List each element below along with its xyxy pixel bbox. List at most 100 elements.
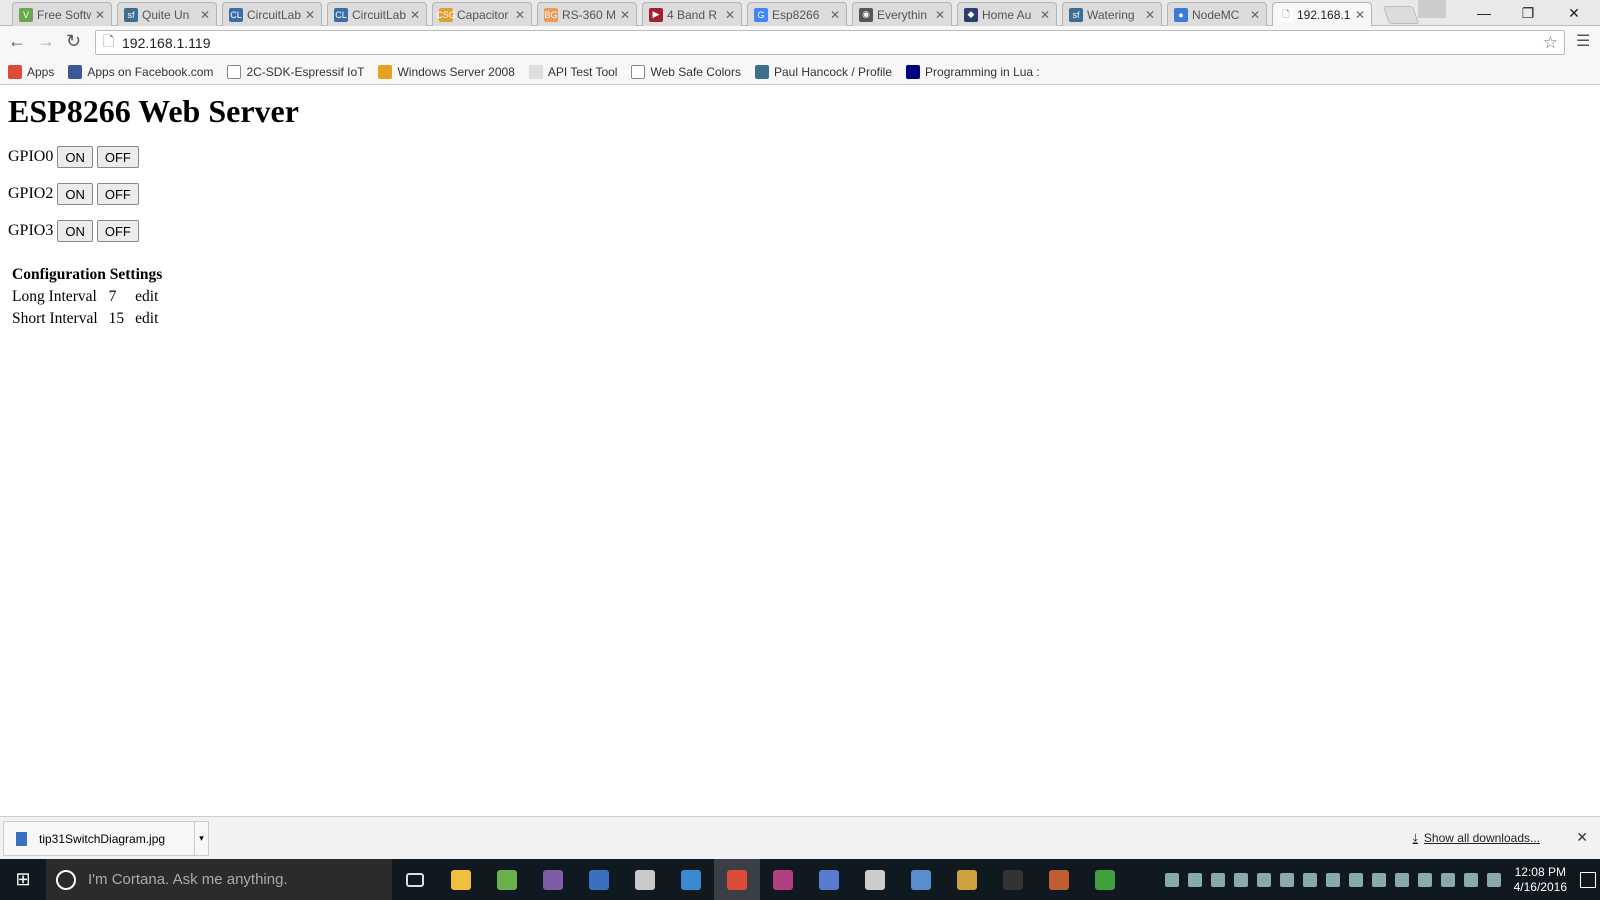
bookmark-item[interactable]: 2C-SDK-Espressif IoT [227,64,364,79]
gpio-off-button[interactable]: OFF [96,146,139,168]
tray-icon[interactable] [1279,872,1294,887]
taskbar-app-icon[interactable] [898,859,944,900]
tray-icon[interactable] [1394,872,1409,887]
tab[interactable]: sf Watering ✕ [1062,2,1162,26]
close-tab-icon[interactable]: ✕ [1355,8,1365,22]
taskbar-app-icon[interactable] [990,859,1036,900]
gpio-on-button[interactable]: ON [57,146,93,168]
new-tab-button[interactable] [1382,6,1420,24]
cortana-placeholder: I'm Cortana. Ask me anything. [88,871,288,888]
bookmark-item[interactable]: API Test Tool [528,64,617,79]
gpio-on-button[interactable]: ON [57,220,93,242]
bookmark-item[interactable]: Web Safe Colors [631,64,741,79]
bookmark-favicon-icon [906,64,921,79]
close-tab-icon[interactable]: ✕ [1250,8,1260,22]
tray-icon[interactable] [1187,872,1202,887]
task-view-icon[interactable] [392,859,438,900]
tab[interactable]: 🗋 192.168.1 ✕ [1272,2,1372,27]
taskbar-app-icon[interactable] [760,859,806,900]
taskbar-app-icon[interactable] [622,859,668,900]
bookmark-item[interactable]: Windows Server 2008 [378,64,515,79]
tab[interactable]: sf Quite Un ✕ [117,2,217,26]
gpio-off-button[interactable]: OFF [96,183,139,205]
tray-icon[interactable] [1164,872,1179,887]
address-bar[interactable]: 🗋 192.168.1.119 ☆ [95,30,1565,55]
close-tab-icon[interactable]: ✕ [95,8,105,22]
tab[interactable]: ◆ Home Au ✕ [957,2,1057,26]
clock[interactable]: 12:08 PM 4/16/2016 [1514,865,1567,895]
taskbar-app-icon[interactable] [1082,859,1128,900]
close-tab-icon[interactable]: ✕ [410,8,420,22]
tab[interactable]: ▶ 4 Band R ✕ [642,2,742,26]
tab[interactable]: V Free Softw ✕ [12,2,112,26]
config-name: Short Interval [12,310,98,327]
download-item[interactable]: tip31SwitchDiagram.jpg ▾ [3,821,209,856]
close-tab-icon[interactable]: ✕ [935,8,945,22]
star-icon[interactable]: ☆ [1543,33,1558,53]
bookmark-favicon-icon [227,64,242,79]
close-tab-icon[interactable]: ✕ [830,8,840,22]
chevron-down-icon[interactable]: ▾ [194,822,208,855]
bookmark-item[interactable]: Paul Hancock / Profile [754,64,892,79]
taskbar-app-icon[interactable] [484,859,530,900]
menu-icon[interactable]: ☰ [1576,31,1590,51]
tab[interactable]: ● NodeMC ✕ [1167,2,1267,26]
taskbar-app-icon[interactable] [1036,859,1082,900]
tab[interactable]: CL CircuitLab ✕ [327,2,427,26]
tray-icon[interactable] [1463,872,1478,887]
edit-link[interactable]: edit [134,309,166,329]
bookmark-item[interactable]: Apps [8,64,54,79]
close-tab-icon[interactable]: ✕ [515,8,525,22]
taskbar-app-icon[interactable] [852,859,898,900]
close-shelf-icon[interactable]: ✕ [1576,829,1588,846]
taskbar-app-icon[interactable] [714,859,760,900]
tray-icon[interactable] [1486,872,1501,887]
tab-label: Watering [1087,7,1135,22]
tray-icon[interactable] [1440,872,1455,887]
tray-icon[interactable] [1302,872,1317,887]
taskbar-app-icon[interactable] [530,859,576,900]
profile-icon[interactable] [1418,0,1446,18]
taskbar-app-icon[interactable] [438,859,484,900]
close-tab-icon[interactable]: ✕ [305,8,315,22]
show-all-downloads-link[interactable]: ⤓ Show all downloads... [1413,831,1540,846]
tab[interactable]: BG RS-360 M ✕ [537,2,637,26]
cortana-search[interactable]: I'm Cortana. Ask me anything. [46,859,392,900]
close-tab-icon[interactable]: ✕ [620,8,630,22]
tray-icon[interactable] [1371,872,1386,887]
taskbar-app-icon[interactable] [668,859,714,900]
close-tab-icon[interactable]: ✕ [1040,8,1050,22]
reload-icon[interactable]: ↻ [66,31,81,52]
back-icon[interactable]: ← [8,31,26,52]
minimize-button[interactable]: — [1462,0,1506,26]
tab[interactable]: CL CircuitLab ✕ [222,2,322,26]
close-window-button[interactable]: ✕ [1552,0,1596,26]
close-tab-icon[interactable]: ✕ [200,8,210,22]
taskbar-app-icon[interactable] [576,859,622,900]
taskbar-app-icon[interactable] [944,859,990,900]
gpio-off-button[interactable]: OFF [96,220,139,242]
edit-link[interactable]: edit [134,287,166,307]
close-tab-icon[interactable]: ✕ [725,8,735,22]
close-tab-icon[interactable]: ✕ [1145,8,1155,22]
restore-button[interactable]: ❐ [1506,0,1550,26]
tray-icon[interactable] [1210,872,1225,887]
tab[interactable]: G Esp8266 ✕ [747,2,847,26]
url-text[interactable]: 192.168.1.119 [122,35,211,51]
tab[interactable]: ◉ Everythin ✕ [852,2,952,26]
bookmark-item[interactable]: Programming in Lua : [906,64,1040,79]
bookmark-item[interactable]: Apps on Facebook.com [68,64,213,79]
forward-icon[interactable]: → [37,31,55,52]
windows-start-icon[interactable]: ⊞ [0,859,46,900]
taskbar-app-icon[interactable] [806,859,852,900]
tray-icon[interactable] [1348,872,1363,887]
tray-icon[interactable] [1325,872,1340,887]
tray-icon[interactable] [1233,872,1248,887]
tray-icon[interactable] [1256,872,1271,887]
tab[interactable]: CSG Capacitor ✕ [432,2,532,26]
notifications-icon[interactable] [1580,871,1596,888]
gpio-on-button[interactable]: ON [57,183,93,205]
tray-icon[interactable] [1417,872,1432,887]
config-table: Configuration Settings Long Interval 7 e… [9,263,168,331]
tab-favicon-icon: ● [1174,7,1188,22]
